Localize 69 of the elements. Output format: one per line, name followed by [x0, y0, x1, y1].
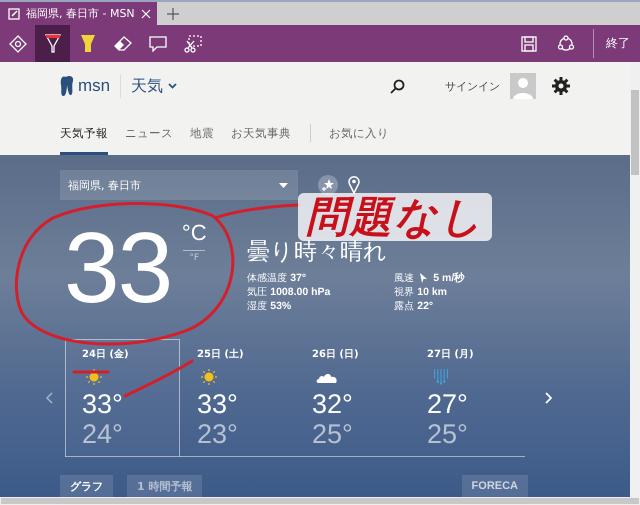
- low-temperature: 25°: [312, 419, 353, 449]
- browser-tab[interactable]: 福岡県, 春日市 - MSN: [0, 2, 157, 25]
- low-temperature: 24°: [82, 419, 123, 449]
- forecast-day[interactable]: 25日 (土) 33° 23°: [180, 339, 295, 456]
- forecast-date: 26日 (日): [312, 348, 359, 361]
- share-icon[interactable]: [557, 34, 575, 52]
- brand-name: msn: [78, 76, 110, 96]
- forecast-date: 24日 (金): [82, 348, 129, 361]
- source-link[interactable]: FORECA: [462, 475, 528, 497]
- detail-value: 22°: [417, 300, 434, 312]
- high-temperature: 33°: [197, 389, 238, 419]
- detail-label: 風速: [394, 272, 414, 285]
- close-icon[interactable]: [141, 8, 151, 18]
- rain-icon: [431, 369, 451, 385]
- view-tab[interactable]: 1 時間予報: [127, 475, 202, 497]
- detail-label: 露点: [394, 300, 414, 313]
- forecast-day[interactable]: 24日 (金) 33° 24°: [65, 339, 180, 457]
- search-icon[interactable]: [390, 78, 405, 94]
- handwritten-note: 問題なし: [298, 193, 492, 241]
- location-dropdown[interactable]: 福岡県, 春日市: [60, 170, 298, 200]
- detail-label: 体感温度: [247, 272, 288, 285]
- detail-label: 気圧: [247, 286, 268, 299]
- detail-value: 1008.00 hPa: [270, 286, 330, 298]
- scissors-icon: [184, 34, 202, 52]
- detail-value: 10 km: [417, 286, 448, 298]
- star-add-icon[interactable]: [318, 175, 338, 195]
- celsius-toggle[interactable]: °C: [182, 220, 207, 246]
- horizontal-scrollbar[interactable]: [0, 497, 640, 505]
- eraser-icon: [114, 36, 132, 52]
- high-temperature: 32°: [312, 389, 353, 419]
- tab-title: 福岡県, 春日市 - MSN: [26, 6, 135, 21]
- crosshair-icon: [8, 34, 26, 52]
- exit-button[interactable]: 終了: [602, 25, 640, 62]
- low-temperature: 25°: [427, 419, 468, 449]
- wind-direction-icon: [420, 273, 428, 283]
- detail-value: 53%: [270, 300, 292, 312]
- nav-tab[interactable]: お気に入り: [329, 110, 389, 155]
- nav-tab[interactable]: ニュース: [125, 110, 173, 155]
- note-icon: [8, 8, 20, 20]
- detail-value: 5 m/秒: [433, 271, 466, 285]
- dropdown-caret-icon: [279, 182, 288, 188]
- detail-label: 湿度: [247, 300, 268, 313]
- high-temperature: 33°: [82, 389, 123, 419]
- high-temperature: 27°: [427, 389, 468, 419]
- vertical-scrollbar[interactable]: [630, 62, 640, 497]
- save-icon[interactable]: [521, 36, 537, 52]
- section-menu[interactable]: 天気: [131, 76, 178, 96]
- location-pin-icon[interactable]: [348, 176, 360, 194]
- forecast-day[interactable]: 27日 (月) 27° 25°: [410, 339, 525, 456]
- comment-icon: [148, 36, 166, 52]
- forecast-date: 27日 (月): [427, 348, 474, 361]
- settings-icon[interactable]: [552, 77, 570, 95]
- chevron-icon: [168, 83, 178, 89]
- detail-label: 視界: [394, 286, 414, 299]
- new-tab-icon[interactable]: [167, 8, 179, 20]
- sun-icon: [201, 369, 217, 385]
- pen-tool-button[interactable]: [35, 25, 70, 62]
- nav-tab[interactable]: お天気事典: [231, 110, 291, 155]
- highlighter-icon: [80, 34, 96, 54]
- sun-icon: [86, 369, 102, 385]
- signin-link[interactable]: サインイン: [445, 78, 500, 94]
- detail-value: 37°: [290, 272, 306, 284]
- forecast-day[interactable]: 26日 (日) 32° 25°: [295, 339, 410, 456]
- low-temperature: 23°: [197, 419, 238, 449]
- weather-condition: 曇り時々晴れ: [247, 238, 388, 267]
- forecast-date: 25日 (土): [197, 348, 244, 361]
- nav-tab[interactable]: 地震: [190, 110, 214, 155]
- current-temperature: 33: [64, 218, 172, 318]
- view-tab[interactable]: グラフ: [60, 475, 113, 497]
